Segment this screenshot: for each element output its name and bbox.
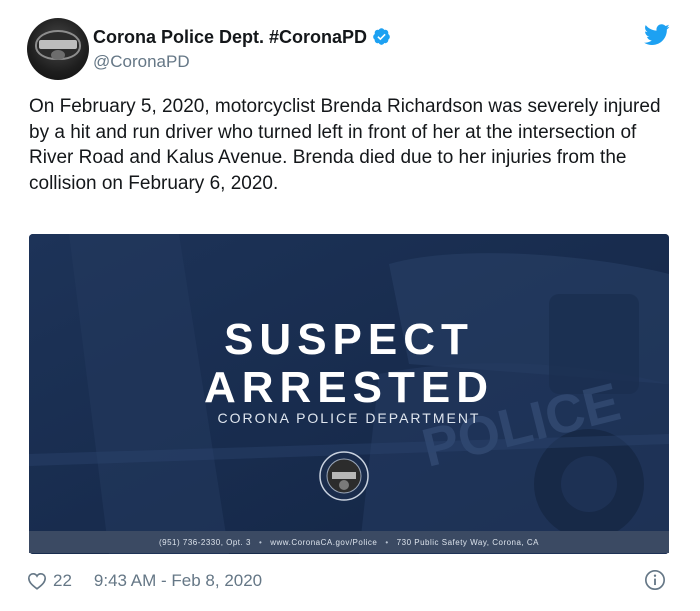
verified-badge-icon [373, 27, 390, 45]
display-name-text: Corona Police Dept. #CoronaPD [93, 27, 368, 47]
display-name[interactable]: Corona Police Dept. #CoronaPD [93, 27, 391, 48]
tweet-card: Corona Police Dept. #CoronaPD @CoronaPD … [0, 0, 700, 611]
media-department: CORONA POLICE DEPARTMENT [217, 410, 481, 426]
footer-address: 730 Public Safety Way, Corona, CA [396, 537, 540, 547]
corona-police-seal-logo [319, 451, 369, 501]
footer-phone: (951) 736-2330, Opt. 3 [158, 537, 251, 547]
footer-url: www.CoronaCA.gov/Police [270, 537, 378, 547]
footer-separator: • [385, 537, 389, 547]
timestamp[interactable]: 9:43 AM - Feb 8, 2020 [94, 571, 262, 591]
avatar[interactable] [27, 18, 89, 80]
like-count[interactable]: 22 [53, 571, 72, 591]
media-footer-bar: (951) 736-2330, Opt. 3 • www.CoronaCA.go… [29, 531, 669, 553]
media-headline-line2: ARRESTED [203, 363, 495, 412]
heart-icon[interactable] [27, 572, 47, 590]
tweet-text: On February 5, 2020, motorcyclist Brenda… [29, 96, 661, 194]
info-icon[interactable] [644, 569, 666, 591]
handle[interactable]: @CoronaPD [93, 52, 190, 72]
media-headline-line1: SUSPECT [224, 315, 474, 364]
tweet-actions: 22 9:43 AM - Feb 8, 2020 [27, 569, 262, 593]
twitter-bird-icon[interactable] [644, 24, 670, 46]
footer-separator: • [258, 537, 263, 547]
